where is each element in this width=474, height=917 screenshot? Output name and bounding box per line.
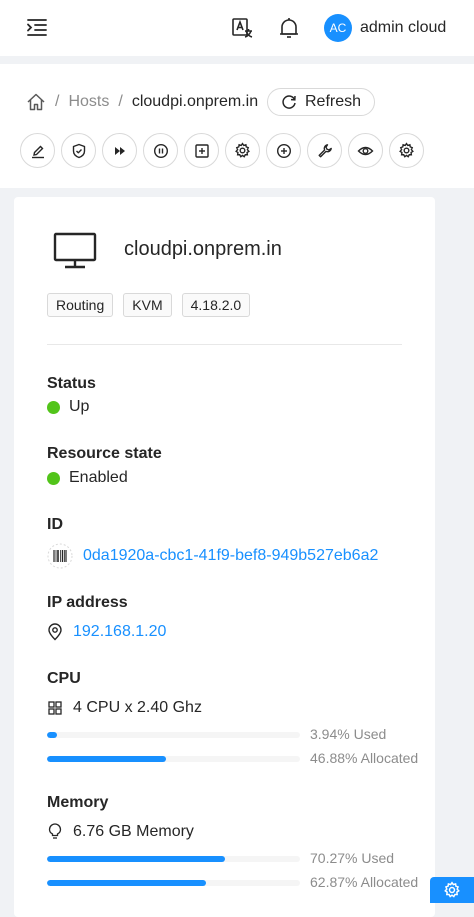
cpu-allocated-bar: 46.88% Allocated (47, 750, 427, 766)
avatar: AC (324, 14, 352, 42)
ip-title: IP address (47, 594, 128, 611)
status-dot (47, 400, 60, 414)
plus-circle-icon (276, 143, 291, 158)
breadcrumb-separator: / (118, 93, 123, 110)
tag-version: 4.18.2.0 (181, 293, 251, 317)
cpu-used-label: 3.94% Used (310, 726, 387, 742)
bell-icon[interactable] (278, 16, 300, 40)
resource-state-value: Enabled (69, 469, 128, 486)
user-name: admin cloud (360, 19, 447, 36)
menu-unfold-icon[interactable] (24, 14, 50, 40)
cpu-used-fill (47, 732, 57, 738)
host-tags: Routing KVM 4.18.2.0 (47, 293, 260, 317)
settings-button[interactable] (225, 133, 260, 168)
status-row: Up (47, 398, 89, 416)
gear-icon (399, 142, 414, 158)
gear-icon (235, 142, 250, 158)
memory-row: 6.76 GB Memory (47, 823, 194, 841)
resource-state-dot (47, 471, 60, 485)
location-pin-icon (47, 623, 63, 641)
tag-type: Routing (47, 293, 114, 317)
translate-icon[interactable] (230, 16, 254, 40)
view-button[interactable] (348, 133, 383, 168)
secure-button[interactable] (61, 133, 96, 168)
maintenance-button[interactable] (143, 133, 178, 168)
desktop-icon (52, 231, 98, 271)
memory-allocated-label: 62.87% Allocated (310, 874, 419, 890)
configure-button[interactable] (389, 133, 424, 168)
status-value: Up (69, 398, 90, 415)
refresh-button[interactable]: Refresh (267, 88, 375, 116)
memory-used-fill (47, 856, 225, 862)
cpu-allocated-label: 46.88% Allocated (310, 750, 419, 766)
memory-allocated-bar: 62.87% Allocated (47, 874, 427, 890)
breadcrumb-separator: / (55, 93, 60, 110)
top-bar: AC admin cloud (0, 0, 474, 56)
divider (47, 344, 402, 345)
appstore-icon (47, 700, 63, 716)
ip-row: 192.168.1.20 (47, 623, 166, 641)
cpu-allocated-fill (47, 756, 166, 762)
ip-value-link[interactable]: 192.168.1.20 (73, 623, 166, 641)
shield-check-icon (72, 143, 85, 158)
eye-icon (357, 146, 374, 155)
resource-state-title: Resource state (47, 445, 162, 462)
memory-value: 6.76 GB Memory (73, 823, 194, 840)
edit-button[interactable] (20, 133, 55, 168)
breadcrumb-current: cloudpi.onprem.in (131, 93, 259, 110)
resource-state-row: Enabled (47, 469, 128, 487)
host-info-card: cloudpi.onprem.in Routing KVM 4.18.2.0 S… (14, 197, 435, 917)
add-circle-button[interactable] (266, 133, 301, 168)
status-title: Status (47, 375, 96, 392)
page-header: / Hosts / cloudpi.onprem.in Refresh (0, 64, 474, 188)
cpu-used-bar: 3.94% Used (47, 726, 427, 742)
host-actions (20, 133, 430, 168)
pause-circle-icon (153, 143, 168, 158)
bulb-icon (47, 823, 63, 841)
id-value-link[interactable]: 0da1920a-cbc1-41f9-bef8-949b527eb6a2 (83, 547, 378, 565)
gear-icon (444, 881, 460, 898)
cpu-value: 4 CPU x 2.40 Ghz (73, 699, 202, 716)
tool-icon (318, 143, 332, 157)
id-title: ID (47, 516, 63, 533)
fast-forward-icon (114, 146, 125, 155)
add-button[interactable] (184, 133, 219, 168)
memory-title: Memory (47, 794, 109, 811)
memory-allocated-fill (47, 880, 207, 886)
tag-hypervisor: KVM (123, 293, 172, 317)
floating-settings-button[interactable] (430, 877, 474, 903)
reload-icon (282, 95, 296, 109)
edit-icon (31, 145, 44, 158)
memory-used-bar: 70.27% Used (47, 850, 427, 866)
breadcrumb-hosts[interactable]: Hosts (68, 93, 109, 111)
refresh-label: Refresh (304, 93, 362, 110)
tool-button[interactable] (307, 133, 342, 168)
user-menu[interactable]: AC admin cloud (324, 14, 446, 42)
plus-square-icon (194, 143, 209, 158)
memory-used-label: 70.27% Used (310, 850, 395, 866)
cpu-title: CPU (47, 670, 81, 687)
force-reconnect-button[interactable] (102, 133, 137, 168)
home-icon[interactable] (26, 92, 46, 112)
id-row: 0da1920a-cbc1-41f9-bef8-949b527eb6a2 (47, 543, 378, 569)
host-name: cloudpi.onprem.in (124, 238, 282, 260)
breadcrumb: / Hosts / cloudpi.onprem.in (26, 88, 258, 116)
barcode-icon (47, 543, 73, 569)
cpu-row: 4 CPU x 2.40 Ghz (47, 699, 202, 717)
